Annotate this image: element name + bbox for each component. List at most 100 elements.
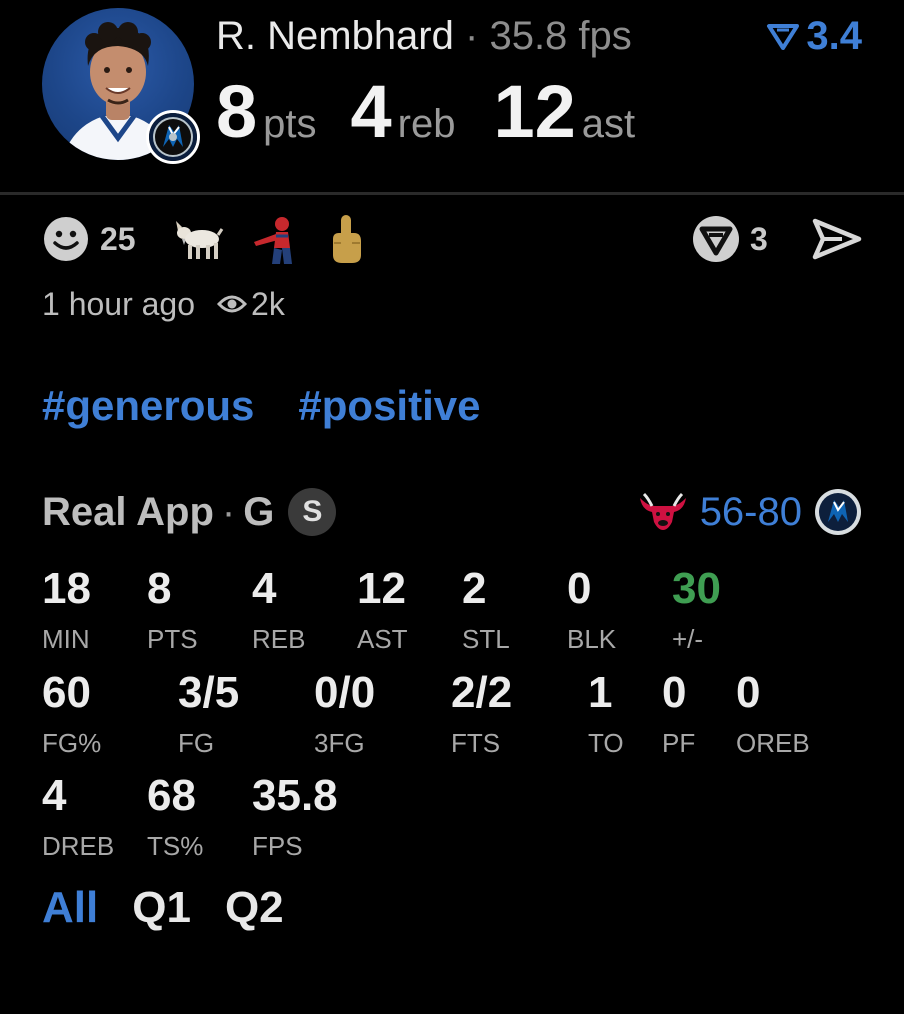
game-score: 56-80	[699, 489, 802, 534]
stat-label: PTS	[147, 624, 198, 654]
stat-label: STL	[462, 624, 510, 654]
stat-value: 8	[147, 564, 172, 613]
game-matchup[interactable]: 56-80	[638, 486, 862, 538]
header-divider	[0, 192, 904, 195]
period-tabs: All Q1 Q2	[42, 880, 318, 936]
stat-label: PF	[662, 728, 696, 758]
smile-icon	[44, 217, 88, 261]
stat-blocks: 0 BLK	[567, 564, 616, 654]
hashtag-positive[interactable]: #positive	[298, 382, 480, 430]
hashtag-generous[interactable]: #generous	[42, 382, 254, 430]
tab-q2[interactable]: Q2	[225, 883, 284, 933]
stat-value: 0/0	[314, 668, 376, 717]
stat-value: 3/5	[178, 668, 240, 717]
goat-reaction-button[interactable]	[172, 212, 224, 266]
stat-value: 68	[147, 771, 196, 820]
tab-all[interactable]: All	[42, 883, 98, 933]
team-logo-bulls-icon	[639, 492, 686, 530]
stat-label: FG	[178, 728, 215, 758]
starter-badge: S	[288, 488, 337, 536]
stat-defensive-rebounds: 4 DREB	[42, 771, 114, 861]
game-info-row: Real App · G S 56-80	[42, 486, 862, 538]
stat-value: 1	[588, 668, 613, 717]
smile-reaction-button[interactable]: 25	[42, 212, 136, 266]
comment-badge-icon	[693, 216, 739, 262]
stat-value: 4	[252, 564, 277, 613]
stat-label: DREB	[42, 831, 115, 861]
stat-source: Real App · G S	[42, 486, 337, 538]
stat-turnovers: 1 TO	[588, 668, 624, 758]
stat-true-shooting: 68 TS%	[147, 771, 203, 861]
stat-label: TO	[588, 728, 624, 758]
team-logo-mavericks-icon	[146, 110, 200, 164]
player-position: G	[243, 489, 275, 534]
stat-offensive-rebounds: 0 OREB	[736, 668, 810, 758]
goat-icon	[176, 221, 224, 259]
middle-finger-reaction-button[interactable]	[328, 212, 364, 266]
player-name[interactable]: R. Nembhard	[216, 14, 454, 58]
stat-rebounds: 4 REB	[252, 564, 305, 654]
tab-q1[interactable]: Q1	[132, 883, 191, 933]
headline-assists-value: 12	[493, 70, 576, 153]
source-separator: ·	[221, 489, 236, 534]
stat-value: 0	[736, 668, 761, 717]
stat-points: 8 PTS	[147, 564, 198, 654]
headline-assists-unit: ast	[581, 102, 636, 146]
stat-fg-percent: 60 FG%	[42, 668, 101, 758]
stat-steals: 2 STL	[462, 564, 510, 654]
stat-minutes: 18 MIN	[42, 564, 91, 654]
team-logo-mavericks-icon	[815, 489, 861, 535]
title-separator: ·	[465, 14, 479, 58]
post-meta: 1 hour ago 2k	[42, 284, 285, 324]
stat-assists: 12 AST	[357, 564, 408, 654]
stat-three-pointers: 0/0 3FG	[314, 668, 375, 758]
smile-count: 25	[100, 220, 136, 257]
stat-value: 2	[462, 564, 487, 613]
send-icon	[812, 218, 862, 260]
stat-value: 12	[357, 564, 406, 613]
hashtag-list: #generous #positive	[42, 380, 524, 432]
stat-value: 0	[662, 668, 687, 717]
player-title-line: R. Nembhard · 35.8 fps	[216, 14, 632, 58]
stat-label: BLK	[567, 624, 617, 654]
stat-value: 2/2	[451, 668, 513, 717]
stat-value: 0	[567, 564, 592, 613]
stat-label: FPS	[252, 831, 303, 861]
stat-plus-minus: 30 +/-	[672, 564, 721, 654]
player-fps: 35.8 fps	[489, 14, 632, 58]
headline-stats: 8 pts 4 reb 12 ast	[216, 72, 635, 152]
stat-label: REB	[252, 624, 306, 654]
stat-label: AST	[357, 624, 408, 654]
stat-value: 60	[42, 668, 91, 717]
stat-fantasy-points: 35.8 FPS	[252, 771, 338, 861]
stat-label: FTS	[451, 728, 501, 758]
eye-icon	[217, 295, 248, 313]
stat-personal-fouls: 0 PF	[662, 668, 695, 758]
rating-badge[interactable]: 3.4	[766, 14, 862, 58]
stat-label: MIN	[42, 624, 90, 654]
comments-button[interactable]: 3	[692, 212, 768, 266]
stat-label: OREB	[736, 728, 810, 758]
headline-points-unit: pts	[263, 102, 317, 146]
stat-value: 35.8	[252, 771, 338, 820]
stat-value: 18	[42, 564, 91, 613]
stat-free-throws: 2/2 FTS	[451, 668, 512, 758]
stat-value: 30	[672, 564, 721, 613]
share-button[interactable]	[812, 212, 862, 266]
comment-count: 3	[750, 220, 768, 257]
rating-arrow-icon	[767, 24, 800, 50]
rating-value: 3.4	[806, 13, 862, 58]
stat-label: FG%	[42, 728, 102, 758]
reactions-bar: 25 3	[0, 212, 904, 266]
stat-field-goals: 3/5 FG	[178, 668, 239, 758]
spiderman-reaction-button[interactable]	[250, 212, 300, 266]
stat-label: TS%	[147, 831, 204, 861]
player-header: R. Nembhard · 35.8 fps 3.4 8 pts 4 reb 1…	[0, 0, 904, 192]
headline-rebounds-unit: reb	[397, 102, 456, 146]
headline-points-value: 8	[216, 70, 258, 153]
stat-label: 3FG	[314, 728, 365, 758]
stat-label: +/-	[672, 624, 704, 654]
post-time: 1 hour ago	[42, 285, 196, 322]
stat-value: 4	[42, 771, 67, 820]
spiderman-pointing-icon	[254, 217, 292, 264]
